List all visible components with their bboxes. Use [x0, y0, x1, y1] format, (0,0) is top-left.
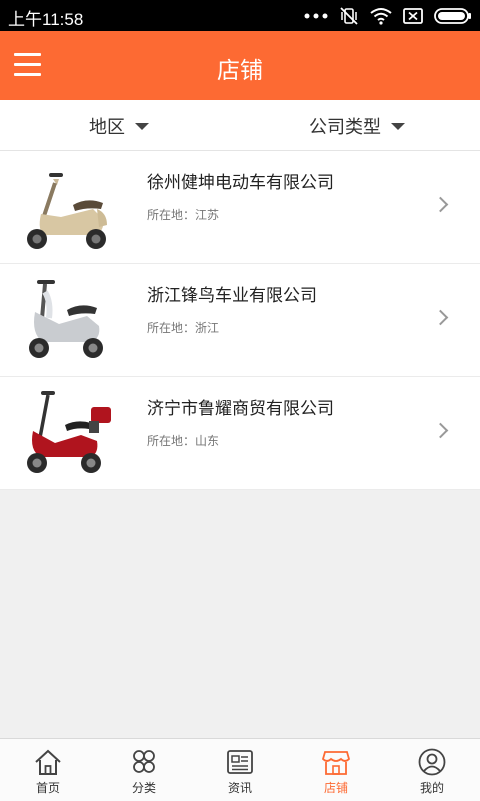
caret-down-icon	[135, 122, 149, 130]
tab-news[interactable]: 资讯	[192, 739, 288, 801]
news-icon	[227, 750, 253, 774]
company-type-filter-label: 公司类型	[309, 117, 381, 138]
chevron-right-icon	[432, 196, 449, 213]
signal-dots-icon	[304, 13, 328, 19]
region-filter-label: 地区	[89, 117, 125, 138]
tab-home-label: 首页	[35, 781, 60, 795]
tab-home[interactable]: 首页	[0, 739, 96, 801]
shop-icon	[321, 751, 351, 775]
company-type-filter[interactable]: 公司类型	[309, 113, 405, 139]
vibrate-mute-icon	[340, 7, 358, 25]
shop-list-item[interactable]: 浙江锋鸟车业有限公司 所在地：浙江	[0, 264, 480, 377]
beige-scooter-image	[27, 173, 107, 249]
tab-news-label: 资讯	[227, 781, 252, 795]
tab-profile[interactable]: 我的	[384, 739, 480, 801]
battery-icon	[434, 8, 471, 24]
tab-shop-label: 店铺	[323, 781, 348, 795]
status-icons	[304, 6, 472, 26]
shop-list-item[interactable]: 徐州健坤电动车有限公司 所在地：江苏	[0, 151, 480, 264]
tab-profile-label: 我的	[419, 781, 444, 795]
shop-location: 所在地：浙江	[147, 321, 220, 335]
home-icon	[35, 749, 61, 775]
tab-category[interactable]: 分类	[96, 739, 192, 801]
profile-icon	[418, 748, 446, 776]
shop-location: 所在地：江苏	[147, 208, 220, 222]
no-sim-icon	[403, 8, 423, 24]
chevron-right-icon	[432, 309, 449, 326]
app-header: 店铺	[0, 31, 480, 100]
red-scooter-image	[27, 391, 111, 473]
filter-bar: 地区 公司类型	[0, 100, 480, 151]
category-icon	[133, 750, 155, 773]
silver-scooter-image	[29, 280, 103, 358]
region-filter[interactable]: 地区	[89, 113, 149, 139]
status-time: 上午11:58	[8, 10, 84, 29]
shop-list: 徐州健坤电动车有限公司 所在地：江苏 浙江锋鸟车业有限公司 所在地：浙江 济宁市…	[0, 151, 480, 490]
shop-name: 徐州健坤电动车有限公司	[147, 173, 334, 193]
shop-location: 所在地：山东	[147, 434, 220, 448]
tab-shop[interactable]: 店铺	[288, 739, 384, 801]
page-title: 店铺	[217, 58, 263, 84]
chevron-right-icon	[432, 422, 449, 439]
status-bar: 上午11:58	[0, 0, 480, 31]
shop-name: 浙江锋鸟车业有限公司	[147, 286, 317, 306]
shop-list-item[interactable]: 济宁市鲁耀商贸有限公司 所在地：山东	[0, 377, 480, 490]
bottom-tab-bar: 首页 分类 资讯 店铺 我的	[0, 738, 480, 801]
tab-category-label: 分类	[131, 781, 156, 795]
wifi-icon	[370, 8, 392, 25]
shop-name: 济宁市鲁耀商贸有限公司	[147, 399, 334, 419]
caret-down-icon	[391, 122, 405, 130]
